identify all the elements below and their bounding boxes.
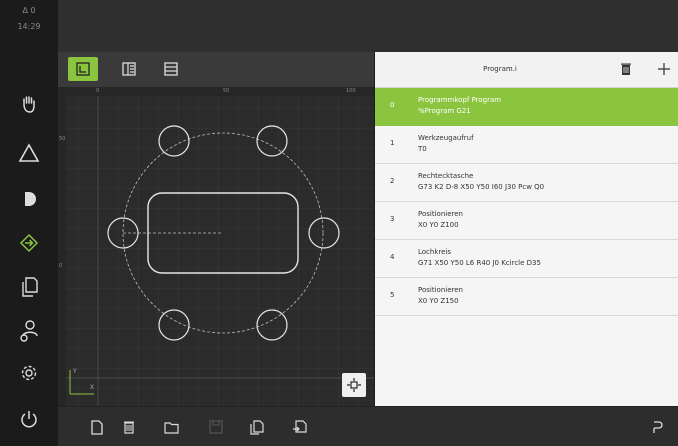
clock: 14:29 — [17, 22, 41, 31]
graphic-view-button[interactable] — [68, 57, 98, 81]
sidebar-item-file-management[interactable] — [0, 266, 58, 308]
back-button[interactable] — [644, 414, 670, 440]
sidebar-item-programming[interactable] — [0, 222, 58, 264]
documents-icon — [22, 277, 38, 297]
step-title: Rechtecktasche — [418, 172, 474, 180]
copy-file-button[interactable] — [243, 414, 269, 440]
crosshair-icon — [347, 378, 361, 392]
save-as-icon — [292, 419, 307, 433]
ruler-x-label: 50 — [223, 88, 230, 94]
step-detail: %Program G21 — [418, 107, 471, 115]
sidebar-item-program-run[interactable] — [0, 178, 58, 220]
triangle-icon — [18, 143, 40, 162]
step-number: 3 — [390, 215, 395, 223]
step-number: 5 — [390, 291, 395, 299]
step-detail: X0 Y0 Z100 — [418, 221, 459, 229]
split-view-icon — [122, 62, 136, 76]
trash-icon — [124, 421, 134, 434]
zoom-fit-button[interactable] — [342, 373, 366, 397]
graphic-canvas[interactable]: 0 50 100 50 0 Y X — [58, 88, 374, 406]
sidebar-item-mdi-mode[interactable] — [0, 132, 58, 174]
step-detail: G71 X50 Y50 L6 R40 J0 Kcircle D35 — [418, 259, 541, 267]
step-title: Werkzeugaufruf — [418, 134, 474, 142]
sidebar: Δ 0 14:29 — [0, 0, 58, 445]
open-file-button[interactable] — [159, 414, 185, 440]
gear-icon — [21, 365, 37, 381]
top-bar — [58, 0, 678, 52]
list-view-button[interactable] — [158, 57, 184, 81]
half-circle-icon — [25, 192, 36, 206]
program-title: Program.i — [483, 65, 517, 73]
status-indicator: Δ 0 — [22, 6, 36, 15]
axis-y-label: Y — [73, 368, 77, 375]
step-detail: T0 — [418, 145, 427, 153]
step-number: 0 — [390, 101, 395, 109]
sidebar-item-settings[interactable] — [0, 352, 58, 394]
step-title: Positionieren — [418, 286, 463, 294]
arrow-diamond-icon — [19, 233, 39, 253]
view-toolbar — [58, 52, 374, 88]
step-detail: X0 Y0 Z150 — [418, 297, 459, 305]
back-icon — [653, 421, 663, 433]
program-step-list: 0 Programmkopf Program %Program G21 1 We… — [375, 88, 678, 406]
user-gear-icon — [20, 320, 38, 342]
step-title: Programmkopf Program — [418, 96, 502, 104]
power-icon — [21, 411, 37, 428]
step-detail: G73 K2 D-8 X50 Y50 I60 J30 Pcw Q0 — [418, 183, 545, 191]
new-file-button[interactable] — [84, 414, 110, 440]
step-title: Positionieren — [418, 210, 463, 218]
ruler-y-label: 50 — [59, 136, 66, 142]
hand-icon — [23, 96, 35, 113]
sidebar-item-manual-mode[interactable] — [0, 83, 58, 125]
ruler-x-label: 0 — [96, 88, 100, 94]
new-file-icon — [91, 419, 103, 435]
graphic-view-icon — [76, 62, 90, 76]
sidebar-item-power[interactable] — [0, 398, 58, 440]
copy-file-icon — [249, 419, 264, 435]
program-step-3[interactable]: 3 Positionieren X0 Y0 Z100 — [375, 202, 678, 240]
program-step-1[interactable]: 1 Werkzeugaufruf T0 — [375, 126, 678, 164]
save-file-button[interactable] — [203, 414, 229, 440]
step-title: Lochkreis — [418, 248, 452, 256]
program-step-0[interactable]: 0 Programmkopf Program %Program G21 — [375, 88, 678, 126]
trash-icon — [621, 63, 631, 75]
ruler-y-label: 0 — [59, 263, 63, 269]
step-number: 1 — [390, 139, 395, 147]
program-step-4[interactable]: 4 Lochkreis G71 X50 Y50 L6 R40 J0 Kcircl… — [375, 240, 678, 278]
program-step-2[interactable]: 2 Rechtecktasche G73 K2 D-8 X50 Y50 I60 … — [375, 164, 678, 202]
bottom-toolbar — [58, 406, 678, 446]
ruler-x-label: 100 — [346, 88, 356, 94]
step-number: 4 — [390, 253, 395, 261]
folder-icon — [164, 421, 179, 434]
list-view-icon — [164, 62, 178, 76]
step-number: 2 — [390, 177, 395, 185]
delete-program-button[interactable] — [618, 61, 634, 77]
drawing — [58, 88, 374, 406]
save-as-button[interactable] — [286, 414, 312, 440]
axis-x-label: X — [90, 384, 95, 391]
delete-file-button[interactable] — [116, 414, 142, 440]
save-icon — [209, 420, 223, 434]
sidebar-item-user-login[interactable] — [0, 310, 58, 352]
plus-icon — [658, 63, 670, 75]
split-view-button[interactable] — [116, 57, 142, 81]
program-step-5[interactable]: 5 Positionieren X0 Y0 Z150 — [375, 278, 678, 316]
program-header: Program.i — [375, 52, 678, 88]
add-step-button[interactable] — [656, 61, 672, 77]
